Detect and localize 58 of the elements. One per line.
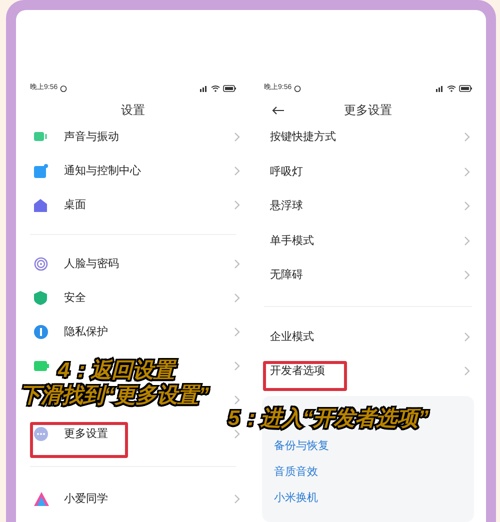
item-label[interactable]: 隐私保护 [64, 324, 108, 340]
item-label[interactable]: 声音与振动 [64, 128, 119, 146]
item-label[interactable]: 小爱同学 [64, 490, 108, 508]
wifi-icon [211, 84, 220, 92]
caption-text: 5：进入“开发者选项” [228, 407, 429, 431]
item-label[interactable]: 呼吸灯 [270, 164, 303, 180]
speaker-icon [34, 131, 48, 143]
link[interactable]: 小米换机 [274, 490, 318, 507]
chevron-icon [464, 366, 470, 376]
signal-icon [200, 84, 208, 92]
screen-title: 更多设置 [344, 102, 392, 119]
link[interactable]: 备份与恢复 [274, 438, 329, 455]
alarm-icon [60, 84, 67, 92]
chevron-icon [234, 166, 240, 176]
item-label[interactable]: 开发者选项 [270, 363, 325, 380]
triangle-logo-icon [34, 492, 49, 506]
signal-icon [436, 84, 444, 92]
chevron-icon [234, 361, 240, 371]
chevron-icon [234, 200, 240, 210]
chevron-icon [234, 494, 240, 504]
caption-text: 4：返回设置 [58, 359, 175, 383]
chevron-icon [234, 327, 240, 337]
chevron-icon [234, 132, 240, 142]
screen-title: 设置 [121, 102, 145, 119]
chevron-icon [234, 395, 240, 405]
item-label[interactable]: 单手模式 [270, 232, 314, 249]
caption-text: 下滑找到“更多设置” [20, 384, 209, 408]
home-icon [34, 198, 47, 212]
link[interactable]: 音质音效 [274, 464, 318, 481]
privacy-icon [34, 325, 48, 339]
item-label[interactable]: 人脸与密码 [64, 256, 119, 272]
battery-icon [223, 84, 236, 92]
item-label[interactable]: 通知与控制中心 [64, 162, 141, 180]
back-arrow-icon[interactable] [272, 106, 284, 114]
chevron-icon [464, 270, 470, 280]
shield-icon [34, 291, 47, 305]
item-label[interactable]: 企业模式 [270, 328, 314, 345]
chevron-icon [464, 132, 470, 142]
more-icon [34, 427, 48, 441]
battery-icon [34, 361, 49, 371]
chevron-icon [464, 236, 470, 246]
chevron-icon [464, 166, 470, 177]
chevron-icon [234, 259, 240, 269]
chevron-icon [464, 332, 470, 342]
item-label[interactable]: 安全 [64, 290, 86, 306]
battery-icon [459, 84, 472, 92]
wifi-icon [447, 84, 456, 92]
chevron-icon [234, 293, 240, 303]
chevron-icon [464, 201, 470, 212]
chevron-icon [234, 429, 240, 439]
item-label[interactable]: 桌面 [64, 196, 86, 214]
item-label[interactable]: 无障碍 [270, 267, 303, 284]
item-label[interactable]: 按键快捷方式 [270, 129, 336, 146]
item-label[interactable]: 悬浮球 [270, 198, 303, 214]
fingerprint-icon [34, 257, 48, 271]
item-label[interactable]: 更多设置 [64, 426, 108, 442]
alarm-icon [294, 84, 301, 92]
notification-icon [34, 164, 48, 178]
